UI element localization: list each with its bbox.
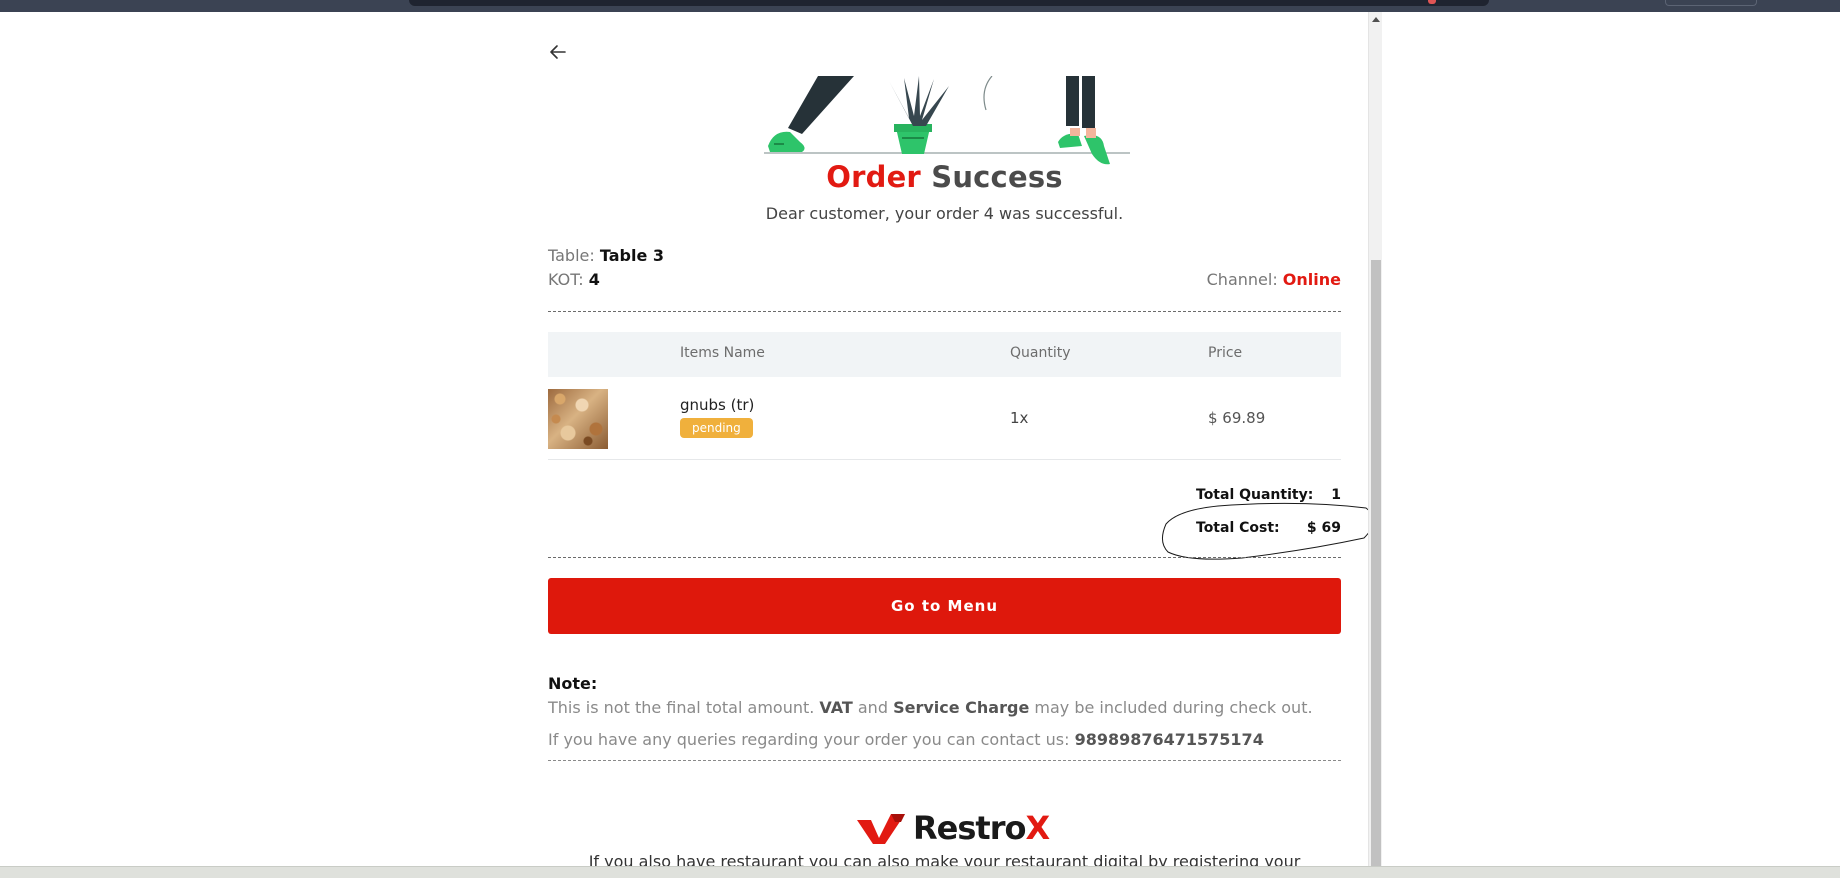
record-indicator-icon bbox=[1428, 0, 1436, 4]
items-table-header: Items Name Quantity Price bbox=[548, 332, 1341, 377]
status-badge: pending bbox=[680, 418, 753, 438]
dashed-divider bbox=[548, 557, 1341, 558]
table-label: Table: bbox=[548, 246, 595, 265]
title-order-word: Order bbox=[826, 160, 921, 194]
note-and: and bbox=[857, 698, 888, 717]
table-value: Table 3 bbox=[599, 246, 664, 265]
vertical-scrollbar[interactable] bbox=[1368, 12, 1382, 866]
title-success-word: Success bbox=[931, 160, 1063, 194]
scrollbar-thumb[interactable] bbox=[1371, 260, 1381, 866]
dashed-divider bbox=[548, 311, 1341, 312]
column-items-name: Items Name bbox=[680, 345, 765, 361]
note-line1-start: This is not the final total amount. bbox=[548, 698, 815, 717]
brand-logo[interactable]: RestroX bbox=[855, 808, 1050, 848]
go-to-menu-button[interactable]: Go to Menu bbox=[548, 578, 1341, 634]
note-title: Note: bbox=[548, 674, 598, 693]
item-thumbnail bbox=[548, 389, 608, 449]
contact-prefix: If you have any queries regarding your o… bbox=[548, 730, 1070, 749]
channel-value: Online bbox=[1282, 270, 1341, 289]
brand-name-x: X bbox=[1025, 809, 1050, 847]
total-cost-value: $ 69 bbox=[1306, 520, 1341, 536]
contact-phone[interactable]: 98989876471575174 bbox=[1075, 730, 1264, 749]
browser-top-strip bbox=[0, 0, 1840, 12]
total-cost-label: Total Cost: bbox=[1196, 520, 1280, 536]
scroll-up-arrow-icon[interactable] bbox=[1372, 17, 1380, 22]
item-price: $ 69.89 bbox=[1208, 409, 1266, 427]
dashed-divider bbox=[548, 760, 1341, 761]
browser-bottom-strip bbox=[0, 866, 1840, 878]
item-name: gnubs (tr) bbox=[680, 396, 755, 414]
hero-illustration bbox=[764, 76, 1130, 165]
item-quantity: 1x bbox=[1010, 409, 1029, 427]
footer-promo-text: If you also have restaurant you can also… bbox=[588, 852, 1301, 866]
table-row: gnubs (tr) pending 1x $ 69.89 bbox=[548, 388, 1341, 460]
restrox-logo-icon bbox=[857, 814, 905, 844]
column-price: Price bbox=[1208, 345, 1243, 361]
back-arrow-icon[interactable] bbox=[548, 42, 568, 62]
page-title: Order Success bbox=[548, 160, 1341, 194]
contact-text: If you have any queries regarding your o… bbox=[548, 730, 1341, 749]
note-line1-end: may be included during check out. bbox=[1034, 698, 1313, 717]
table-info: Table: Table 3 bbox=[548, 246, 1341, 265]
kot-value: 4 bbox=[588, 270, 600, 289]
note-vat: VAT bbox=[819, 698, 853, 717]
total-quantity-label: Total Quantity: bbox=[1196, 487, 1314, 503]
column-quantity: Quantity bbox=[1010, 345, 1071, 361]
brand-name-main: Restro bbox=[913, 809, 1026, 847]
kot-label: KOT: bbox=[548, 270, 584, 289]
note-service-charge: Service Charge bbox=[893, 698, 1030, 717]
channel-info: Channel: Online bbox=[1207, 270, 1341, 289]
address-bar[interactable] bbox=[409, 0, 1489, 6]
toolbar-button[interactable] bbox=[1665, 0, 1757, 6]
total-quantity-value: 1 bbox=[1331, 487, 1341, 503]
note-text: This is not the final total amount. VAT … bbox=[548, 698, 1341, 717]
channel-label: Channel: bbox=[1206, 270, 1278, 289]
brand-name: RestroX bbox=[913, 809, 1050, 847]
page-viewport: Order Success Dear customer, your order … bbox=[0, 12, 1382, 866]
success-message: Dear customer, your order 4 was successf… bbox=[765, 204, 1124, 223]
